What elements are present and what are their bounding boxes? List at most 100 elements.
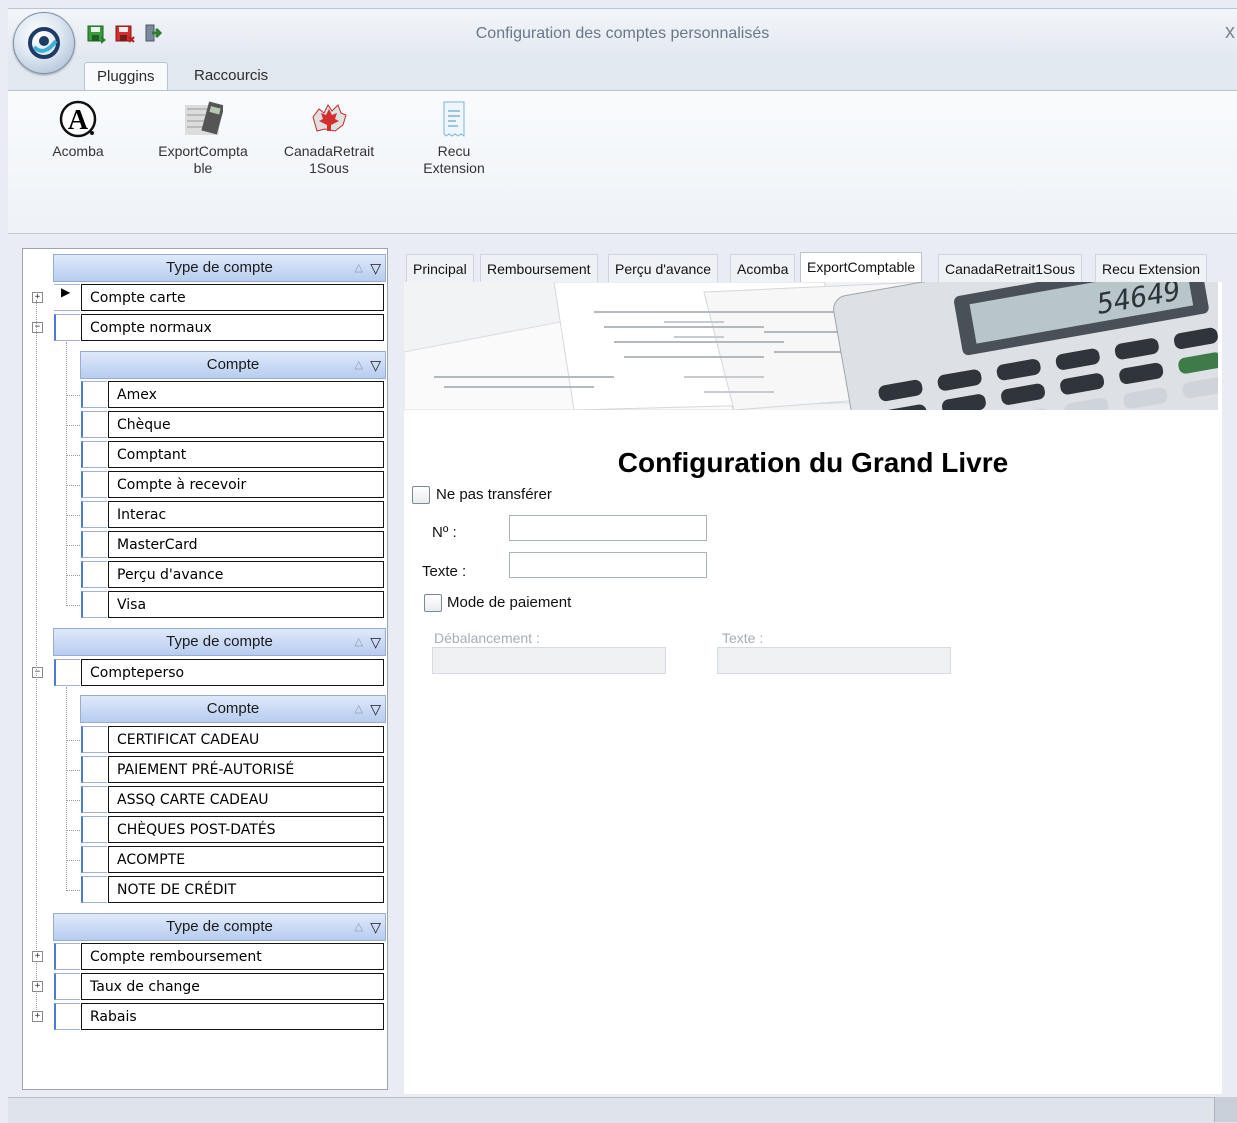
tree-connector bbox=[66, 425, 80, 426]
collapse-icon[interactable]: − bbox=[32, 667, 43, 678]
group-header-type-de-compte[interactable]: Type de compte △ ▽ bbox=[53, 628, 386, 656]
account-row[interactable]: ASSQ CARTE CADEAU bbox=[108, 786, 384, 813]
account-row[interactable]: MasterCard bbox=[108, 531, 384, 558]
row-indicator[interactable] bbox=[81, 591, 107, 618]
group-header-compte[interactable]: Compte △ ▽ bbox=[80, 695, 386, 723]
row-indicator[interactable] bbox=[81, 756, 107, 783]
row-indicator[interactable] bbox=[81, 561, 107, 588]
group-header-type-de-compte[interactable]: Type de compte △ ▽ bbox=[53, 254, 386, 282]
row-indicator[interactable] bbox=[81, 411, 107, 438]
tree-connector bbox=[66, 770, 80, 771]
row-indicator[interactable] bbox=[81, 531, 107, 558]
group-header-type-de-compte[interactable]: Type de compte △ ▽ bbox=[53, 913, 386, 941]
plugin-exportcomptable-button[interactable]: ExportCompta ble bbox=[148, 99, 258, 177]
number-input[interactable] bbox=[509, 515, 707, 541]
row-indicator[interactable] bbox=[54, 973, 80, 1000]
exportcomptable-panel: 54649 Configuration du Grand Livre Ne pa… bbox=[404, 282, 1222, 1094]
imbalance-label: Débalancement : bbox=[434, 630, 540, 646]
account-row[interactable]: Amex bbox=[108, 381, 384, 408]
plugin-acomba-label: Acomba bbox=[52, 143, 104, 159]
account-row[interactable]: PAIEMENT PRÉ-AUTORISÉ bbox=[108, 756, 384, 783]
plugin-exportcomptable-label-1: ExportCompta bbox=[158, 143, 248, 159]
row-indicator[interactable] bbox=[54, 1003, 80, 1030]
tree-connector bbox=[66, 890, 80, 891]
sort-icon[interactable]: △ bbox=[355, 914, 363, 940]
svg-text:A: A bbox=[68, 105, 89, 136]
row-indicator[interactable] bbox=[81, 471, 107, 498]
row-indicator[interactable] bbox=[54, 943, 80, 970]
tree-row-compte-remboursement[interactable]: Compte remboursement bbox=[81, 943, 384, 970]
ribbon-tab-raccourcis[interactable]: Raccourcis bbox=[182, 62, 280, 90]
imbalance-input[interactable] bbox=[432, 647, 666, 674]
account-row[interactable]: Comptant bbox=[108, 441, 384, 468]
tree-row-rabais[interactable]: Rabais bbox=[81, 1003, 384, 1030]
tree-row-compte-carte[interactable]: Compte carte bbox=[81, 284, 384, 311]
filter-icon[interactable]: ▽ bbox=[370, 914, 381, 940]
expand-icon[interactable]: + bbox=[32, 951, 43, 962]
row-indicator[interactable] bbox=[81, 501, 107, 528]
application-menu-button[interactable] bbox=[13, 12, 75, 74]
tab-canadaretrait1sous[interactable]: CanadaRetrait1Sous bbox=[938, 254, 1082, 283]
account-row[interactable]: Interac bbox=[108, 501, 384, 528]
account-row[interactable]: CHÈQUES POST-DATÉS bbox=[108, 816, 384, 843]
filter-icon[interactable]: ▽ bbox=[370, 629, 381, 655]
tab-exportcomptable[interactable]: ExportComptable bbox=[800, 252, 923, 283]
resize-grip[interactable] bbox=[1214, 1097, 1237, 1122]
tree-connector bbox=[66, 395, 80, 396]
no-transfer-checkbox[interactable] bbox=[412, 486, 430, 504]
tree-connector bbox=[66, 740, 80, 741]
tab-percu-avance[interactable]: Perçu d'avance bbox=[608, 254, 719, 283]
account-row[interactable]: Visa bbox=[108, 591, 384, 618]
tree-row-compteperso[interactable]: Compteperso bbox=[81, 659, 384, 686]
row-indicator[interactable] bbox=[81, 786, 107, 813]
text-input[interactable] bbox=[509, 552, 707, 578]
account-row[interactable]: Chèque bbox=[108, 411, 384, 438]
tree-connector bbox=[66, 830, 80, 831]
row-indicator[interactable] bbox=[54, 314, 80, 341]
tree-row-taux-de-change[interactable]: Taux de change bbox=[81, 973, 384, 1000]
filter-icon[interactable]: ▽ bbox=[370, 352, 381, 378]
plugin-canadaretrait-button[interactable]: CanadaRetrait 1Sous bbox=[274, 99, 384, 177]
plugin-recuextension-button[interactable]: Recu Extension bbox=[414, 99, 494, 177]
account-row[interactable]: ACOMPTE bbox=[108, 846, 384, 873]
filter-icon[interactable]: ▽ bbox=[370, 696, 381, 722]
tree-connector bbox=[66, 860, 80, 861]
row-indicator[interactable]: ▶ bbox=[54, 284, 80, 311]
row-indicator[interactable] bbox=[81, 726, 107, 753]
tree-connector bbox=[66, 515, 80, 516]
tab-recu-extension[interactable]: Recu Extension bbox=[1095, 254, 1208, 283]
close-icon[interactable]: x bbox=[1225, 21, 1235, 44]
row-indicator[interactable] bbox=[81, 441, 107, 468]
sort-icon[interactable]: △ bbox=[355, 629, 363, 655]
ribbon-tab-pluggins[interactable]: Pluggins bbox=[84, 62, 168, 91]
row-indicator[interactable] bbox=[81, 876, 107, 903]
group-header-compte[interactable]: Compte △ ▽ bbox=[80, 351, 386, 379]
app-logo-icon bbox=[28, 27, 60, 59]
expand-icon[interactable]: + bbox=[32, 292, 43, 303]
row-indicator[interactable] bbox=[81, 816, 107, 843]
acomba-icon: A bbox=[58, 99, 98, 139]
tree-connector bbox=[66, 575, 80, 576]
tab-remboursement[interactable]: Remboursement bbox=[480, 254, 598, 283]
text2-input[interactable] bbox=[717, 647, 951, 674]
row-indicator[interactable] bbox=[81, 381, 107, 408]
expand-icon[interactable]: + bbox=[32, 1011, 43, 1022]
tab-principal[interactable]: Principal bbox=[406, 254, 474, 283]
sort-icon[interactable]: △ bbox=[355, 696, 363, 722]
tab-acomba[interactable]: Acomba bbox=[730, 254, 796, 283]
expand-icon[interactable]: + bbox=[32, 981, 43, 992]
sort-icon[interactable]: △ bbox=[355, 255, 363, 281]
row-indicator[interactable] bbox=[81, 846, 107, 873]
ribbon-tab-bar: Pluggins Raccourcis bbox=[8, 58, 1237, 91]
filter-icon[interactable]: ▽ bbox=[370, 255, 381, 281]
account-row[interactable]: Compte à recevoir bbox=[108, 471, 384, 498]
sort-icon[interactable]: △ bbox=[355, 352, 363, 378]
collapse-icon[interactable]: − bbox=[32, 322, 43, 333]
account-row[interactable]: NOTE DE CRÉDIT bbox=[108, 876, 384, 903]
account-row[interactable]: CERTIFICAT CADEAU bbox=[108, 726, 384, 753]
account-row[interactable]: Perçu d'avance bbox=[108, 561, 384, 588]
plugin-acomba-button[interactable]: A Acomba bbox=[44, 99, 112, 160]
row-indicator[interactable] bbox=[54, 659, 80, 686]
payment-mode-checkbox[interactable] bbox=[424, 594, 442, 612]
tree-row-compte-normaux[interactable]: Compte normaux bbox=[81, 314, 384, 341]
